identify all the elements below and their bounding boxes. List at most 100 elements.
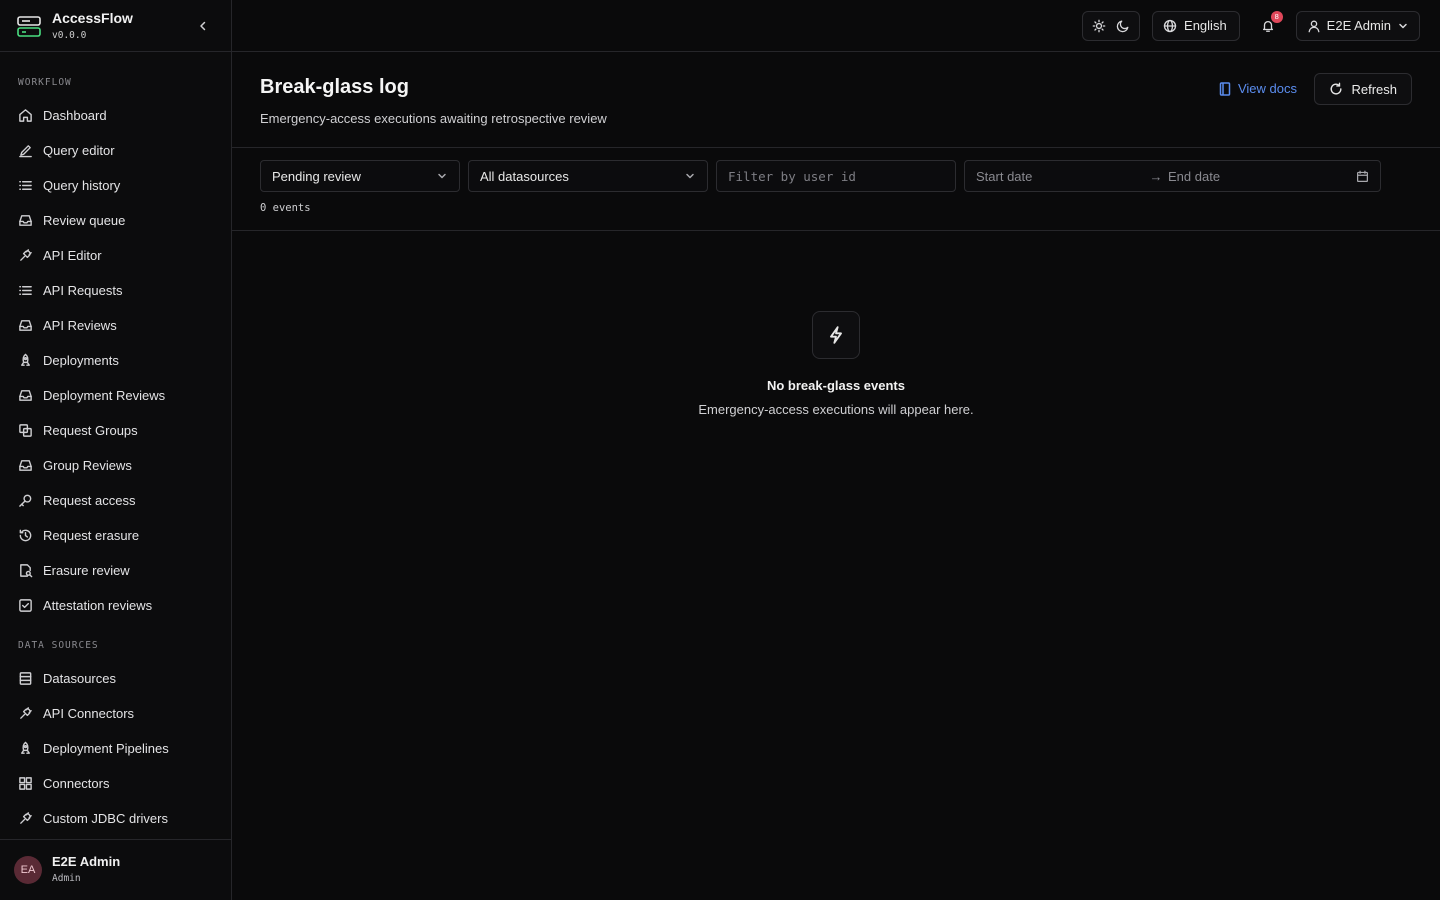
arrow-right-icon: → (1149, 168, 1163, 184)
user-menu-label: E2E Admin (1326, 18, 1391, 33)
pen-icon (18, 143, 33, 158)
chevron-down-icon (1399, 23, 1407, 28)
sidebar-item-dashboard[interactable]: Dashboard (0, 98, 231, 133)
theme-toggle-group (1082, 10, 1141, 41)
sidebar-item-label: Review queue (43, 213, 126, 228)
sidebar-item-query-history[interactable]: Query history (0, 168, 231, 203)
sidebar-item-label: Datasources (43, 671, 116, 686)
sidebar-item-label: Deployment Pipelines (43, 741, 169, 756)
sidebar-item-label: Deployment Reviews (43, 388, 166, 403)
sidebar-item-query-editor[interactable]: Query editor (0, 133, 231, 168)
sidebar-item-custom-jdbc-drivers[interactable]: Custom JDBC drivers (0, 801, 231, 836)
notifications-button[interactable]: 8 (1256, 10, 1283, 38)
sidebar-item-review-queue[interactable]: Review queue (0, 203, 231, 238)
user-role: Admin (52, 873, 81, 884)
rocket-icon (18, 741, 33, 756)
sidebar-item-erasure-review[interactable]: Erasure review (0, 553, 231, 588)
sidebar-item-label: Request erasure (43, 528, 140, 543)
sidebar-item-label: API Connectors (43, 706, 135, 721)
list-icon (18, 178, 33, 193)
sidebar-item-label: API Editor (43, 248, 102, 263)
sidebar-item-api-reviews[interactable]: API Reviews (0, 308, 231, 343)
sidebar-item-api-connectors[interactable]: API Connectors (0, 696, 231, 731)
sidebar-nav: WORKFLOW Dashboard Query editor Query hi… (0, 52, 231, 900)
sidebar-item-request-access[interactable]: Request access (0, 483, 231, 518)
notification-badge: 8 (1270, 10, 1283, 23)
user-name: E2E Admin (52, 854, 121, 869)
sidebar-item-deployment-pipelines[interactable]: Deployment Pipelines (0, 731, 231, 766)
empty-state: No break-glass events Emergency-access e… (232, 311, 1440, 417)
view-docs-link[interactable]: View docs (1219, 81, 1297, 96)
history-icon (18, 528, 33, 543)
language-label: English (1184, 18, 1227, 33)
datasource-filter-select[interactable]: All datasources (468, 160, 708, 192)
grid-icon (18, 776, 33, 791)
layers-icon (18, 423, 33, 438)
app-logo-icon (17, 15, 41, 37)
globe-icon (1163, 19, 1177, 32)
empty-state-icon-box (812, 311, 860, 359)
collapse-sidebar-button[interactable] (193, 16, 213, 36)
chevron-down-icon (686, 173, 694, 179)
list-icon (18, 283, 33, 298)
user-menu-button[interactable]: E2E Admin (1295, 10, 1420, 41)
dark-theme-button[interactable] (1116, 19, 1130, 33)
avatar: EA (14, 856, 42, 884)
end-date-input[interactable]: End date (1168, 169, 1356, 184)
sidebar-item-attestation-reviews[interactable]: Attestation reviews (0, 588, 231, 623)
sidebar-item-label: Attestation reviews (43, 598, 153, 613)
date-range-picker[interactable]: Start date → End date (964, 160, 1381, 192)
book-icon (1219, 81, 1231, 96)
status-filter-select[interactable]: Pending review (260, 160, 460, 192)
user-id-filter-input[interactable] (728, 168, 944, 184)
sidebar-item-label: Request access (43, 493, 136, 508)
sidebar-item-api-editor[interactable]: API Editor (0, 238, 231, 273)
empty-state-description: Emergency-access executions will appear … (698, 402, 974, 417)
refresh-icon (1330, 82, 1342, 95)
moon-icon (1116, 20, 1129, 32)
page-header: Break-glass log Emergency-access executi… (232, 52, 1440, 148)
sidebar-item-group-reviews[interactable]: Group Reviews (0, 448, 231, 483)
datasource-filter-value: All datasources (480, 168, 569, 184)
topbar: English 8 E2E Admin (232, 0, 1440, 52)
sidebar-item-request-groups[interactable]: Request Groups (0, 413, 231, 448)
sidebar-item-label: Custom JDBC drivers (43, 811, 168, 826)
sidebar: AccessFlow v0.0.0 WORKFLOW Dashboard Que… (0, 0, 232, 900)
main-content: English 8 E2E Admin Break-glass log Emer… (232, 0, 1440, 900)
sidebar-item-deployments[interactable]: Deployments (0, 343, 231, 378)
sidebar-item-deployment-reviews[interactable]: Deployment Reviews (0, 378, 231, 413)
language-selector[interactable]: English (1152, 10, 1240, 41)
app-name: AccessFlow (52, 9, 133, 26)
sidebar-item-label: Deployments (43, 353, 119, 368)
plug-icon (18, 811, 33, 826)
rocket-icon (18, 353, 33, 368)
sidebar-item-request-erasure[interactable]: Request erasure (0, 518, 231, 553)
inbox-icon (18, 213, 33, 228)
start-date-input[interactable]: Start date (976, 169, 1144, 184)
inbox-icon (18, 458, 33, 473)
user-profile-footer[interactable]: EA E2E Admin Admin (0, 839, 231, 900)
key-icon (18, 493, 33, 508)
sidebar-item-datasources[interactable]: Datasources (0, 661, 231, 696)
filters-bar: Pending review All datasources Start dat… (232, 148, 1440, 231)
sidebar-item-connectors[interactable]: Connectors (0, 766, 231, 801)
view-docs-label: View docs (1237, 81, 1297, 96)
sun-icon (1092, 19, 1106, 32)
page-subtitle: Emergency-access executions awaiting ret… (260, 111, 607, 126)
light-theme-button[interactable] (1092, 19, 1106, 33)
page-title: Break-glass log (260, 76, 409, 98)
sidebar-item-label: Erasure review (43, 563, 130, 578)
refresh-button[interactable]: Refresh (1314, 73, 1412, 105)
section-label-workflow: WORKFLOW (18, 77, 72, 88)
section-label-data-sources: DATA SOURCES (18, 640, 99, 651)
sidebar-item-label: API Requests (43, 283, 123, 298)
user-id-filter-field (716, 160, 956, 192)
database-icon (18, 671, 33, 686)
sidebar-item-label: Query editor (43, 143, 115, 158)
sidebar-item-label: API Reviews (43, 318, 117, 333)
sidebar-item-label: Query history (43, 178, 121, 193)
sidebar-item-api-requests[interactable]: API Requests (0, 273, 231, 308)
home-icon (18, 108, 33, 123)
check-square-icon (18, 598, 33, 613)
inbox-icon (18, 318, 33, 333)
